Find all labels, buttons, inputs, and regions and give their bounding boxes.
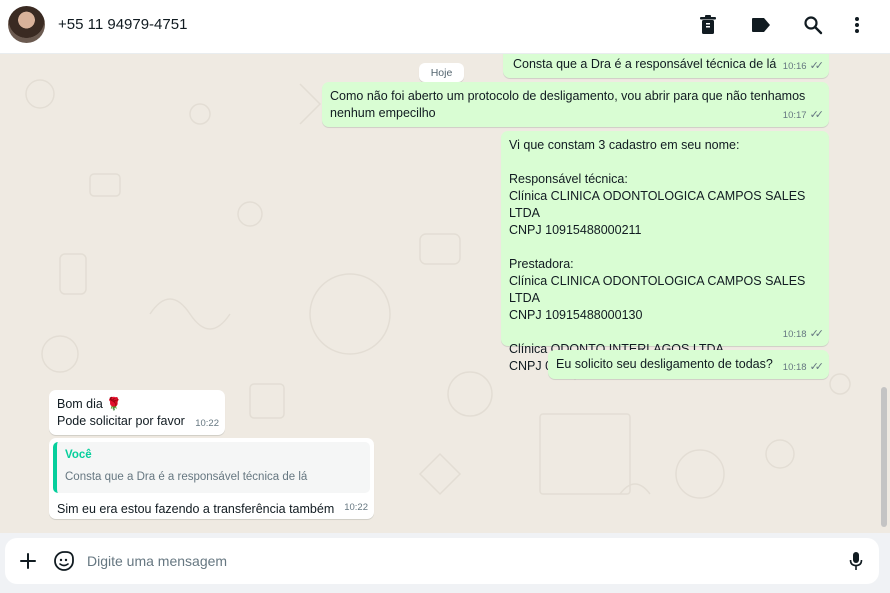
message-text: Bom dia 🌹 Pode solicitar por favor (57, 397, 185, 428)
message-time: 10:22 (344, 502, 368, 513)
message-bubble-outgoing[interactable]: Como não foi aberto um protocolo de desl… (322, 82, 829, 127)
message-time: 10:18 (782, 329, 807, 340)
quote-text: Consta que a Dra é a responsável técnica… (65, 471, 308, 483)
compose-box (5, 538, 879, 584)
chat-scrollbar[interactable] (881, 387, 887, 527)
double-check-icon: ✓✓ (809, 328, 825, 340)
date-chip: Hoje (419, 63, 464, 82)
label-icon[interactable] (749, 13, 773, 37)
message-text: Eu solicito seu desligamento de todas? (556, 357, 773, 371)
double-check-icon: ✓✓ (809, 361, 825, 373)
quote-author: Você (65, 449, 92, 461)
double-check-icon: ✓✓ (809, 60, 825, 72)
message-bubble-outgoing[interactable]: Consta que a Dra é a responsável técnica… (503, 54, 829, 78)
message-text: Consta que a Dra é a responsável técnica… (513, 57, 777, 71)
message-meta: 10:18 ✓✓ (782, 326, 825, 343)
message-meta: 10:22 (344, 499, 368, 516)
message-meta: 10:22 (195, 415, 219, 432)
menu-icon[interactable] (845, 13, 869, 37)
message-time: 10:17 (782, 110, 807, 121)
message-input[interactable] (87, 550, 827, 572)
message-meta: 10:16 ✓✓ (782, 58, 825, 75)
message-meta: 10:17 ✓✓ (782, 107, 825, 124)
chat-header: +55 11 94979-4751 (0, 0, 890, 54)
contact-avatar[interactable] (8, 6, 45, 43)
quoted-message[interactable]: Você Consta que a Dra é a responsável té… (53, 442, 370, 493)
message-bubble-incoming-reply[interactable]: Você Consta que a Dra é a responsável té… (49, 438, 374, 519)
message-bubble-outgoing[interactable]: Eu solicito seu desligamento de todas? 1… (548, 350, 829, 379)
trash-icon[interactable] (696, 13, 720, 37)
message-text: Como não foi aberto um protocolo de desl… (330, 89, 806, 120)
message-meta: 10:18 ✓✓ (782, 359, 825, 376)
compose-bar (0, 533, 890, 593)
search-icon[interactable] (801, 13, 825, 37)
message-text: Vi que constam 3 cadastro em seu nome: R… (509, 138, 806, 373)
message-text: Sim eu era estou fazendo a transferência… (57, 502, 335, 516)
sticker-icon[interactable] (51, 548, 77, 574)
chat-area[interactable]: Hoje Consta que a Dra é a responsável té… (0, 54, 890, 533)
message-bubble-incoming[interactable]: Bom dia 🌹 Pode solicitar por favor 10:22 (49, 390, 225, 435)
plus-icon[interactable] (15, 548, 41, 574)
microphone-icon[interactable] (843, 548, 869, 574)
message-time: 10:18 (782, 362, 807, 373)
message-time: 10:16 (782, 61, 807, 72)
message-time: 10:22 (195, 418, 219, 429)
double-check-icon: ✓✓ (809, 109, 825, 121)
message-bubble-outgoing[interactable]: Vi que constam 3 cadastro em seu nome: R… (501, 131, 829, 373)
contact-name[interactable]: +55 11 94979-4751 (58, 16, 187, 33)
